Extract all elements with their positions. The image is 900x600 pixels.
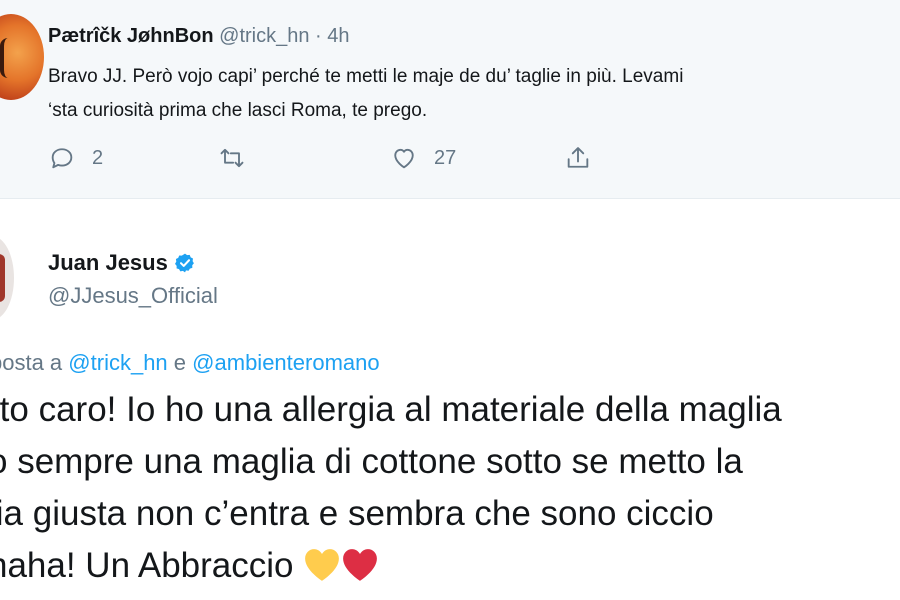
tweet-text-line: haha! Un Abbraccio — [0, 546, 294, 585]
tweet-text-line: Bravo JJ. Però vojo capi’ perché te mett… — [48, 66, 684, 87]
tweet-text-line-last: haha! Un Abbraccio — [0, 540, 900, 592]
retweet-icon — [220, 148, 244, 168]
like-count: 27 — [434, 146, 457, 169]
avatar-detail — [0, 254, 5, 302]
reply-icon — [51, 148, 73, 169]
reply-tweet[interactable]: Pætrîčk JøhnBon @trick_hn · 4h Bravo JJ.… — [0, 0, 900, 198]
reply-count: 2 — [92, 146, 104, 169]
display-name[interactable]: Pætrîčk JøhnBon — [48, 25, 214, 47]
tweet-text-line: o sempre una maglia di cottone sotto se … — [0, 442, 743, 481]
yellow-heart-icon — [305, 549, 340, 581]
display-name-row: Juan Jesus — [48, 248, 196, 278]
tweet-text: rto caro! Io ho una allergia al material… — [0, 384, 900, 592]
red-heart-icon — [343, 549, 378, 581]
tweet-header: Pætrîčk JøhnBon @trick_hn · 4h — [48, 22, 350, 50]
separator: · — [315, 25, 322, 47]
share-icon — [567, 147, 589, 168]
like-button[interactable]: 27 — [390, 142, 456, 174]
avatar[interactable] — [0, 14, 44, 100]
tweet-text-line: ‘sta curiosità prima che lasci Roma, te … — [48, 100, 428, 121]
reply-button[interactable]: 2 — [48, 142, 103, 174]
display-name[interactable]: Juan Jesus — [48, 248, 168, 278]
tweet-text-line: lia giusta non c’entra e sembra che sono… — [0, 494, 714, 533]
tweet-text: Bravo JJ. Però vojo capi’ perché te mett… — [48, 60, 900, 128]
handle[interactable]: @trick_hn — [219, 25, 309, 47]
replying-to-joiner: e — [173, 350, 187, 375]
timestamp[interactable]: 4h — [327, 25, 349, 47]
share-button[interactable] — [564, 142, 592, 174]
heart-outline-icon — [394, 148, 414, 169]
tweet-actions: 2 27 — [48, 142, 608, 174]
tweet-text-line: rto caro! Io ho una allergia al material… — [0, 390, 782, 429]
replying-to-label: posta a — [0, 350, 63, 375]
mention-link[interactable]: @ambienteromano — [192, 350, 379, 375]
avatar[interactable] — [0, 236, 14, 320]
tweet-divider — [0, 198, 900, 199]
avatar-detail — [0, 38, 20, 78]
handle[interactable]: @JJesus_Official — [48, 281, 218, 311]
verified-badge-icon — [174, 253, 194, 273]
replying-to: posta a @trick_hn e @ambienteromano — [0, 348, 380, 378]
mention-link[interactable]: @trick_hn — [68, 350, 167, 375]
retweet-button[interactable] — [218, 142, 262, 174]
